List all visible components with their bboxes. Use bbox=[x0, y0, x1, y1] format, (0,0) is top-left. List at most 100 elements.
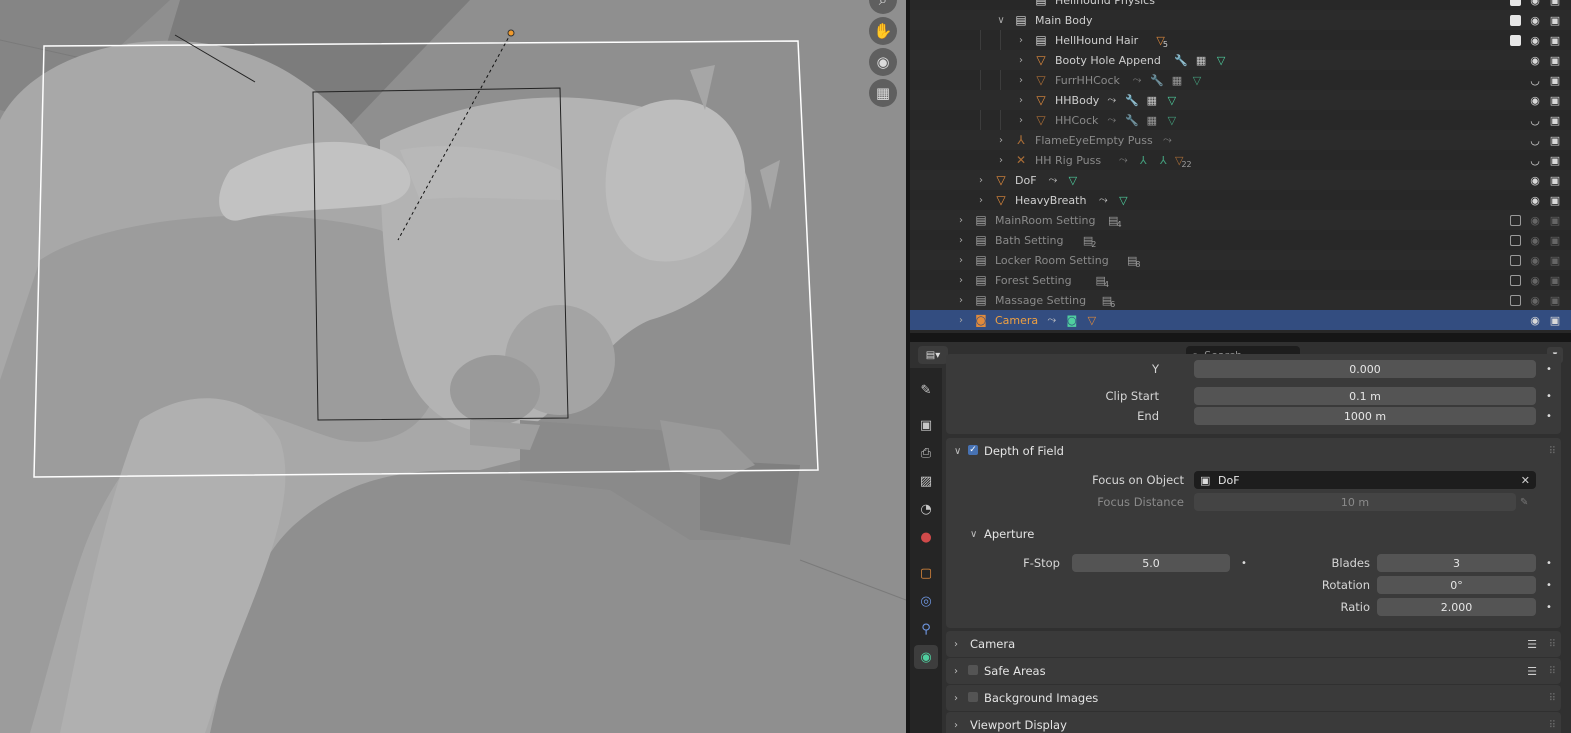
eye-icon[interactable]: ◉ bbox=[1528, 273, 1542, 287]
aperture-subpanel-header[interactable]: ∨ Aperture bbox=[946, 524, 1561, 544]
exclude-checkbox[interactable] bbox=[1508, 213, 1522, 227]
editor-type-button[interactable]: ▤▾ bbox=[918, 346, 948, 364]
keyframe-dot[interactable]: • bbox=[1546, 558, 1552, 569]
eye-icon[interactable]: ◉ bbox=[1528, 53, 1542, 67]
outliner-row[interactable]: ∨ ▤ Main Body ◉ ▣ bbox=[910, 10, 1571, 30]
output-tab-icon[interactable]: ⎙ bbox=[914, 441, 938, 465]
wrench-icon[interactable]: 🔧 bbox=[1125, 113, 1139, 127]
render-camera-icon[interactable]: ▣ bbox=[1548, 173, 1562, 187]
clip-start-field[interactable]: 0.1 m bbox=[1194, 387, 1536, 405]
drag-grip-icon[interactable]: ⠿ bbox=[1549, 666, 1556, 677]
collection-icon[interactable]: ▤ 8 bbox=[1127, 253, 1141, 269]
exclude-checkbox[interactable] bbox=[1508, 33, 1522, 47]
render-camera-icon[interactable]: ▣ bbox=[1548, 193, 1562, 207]
viewport-display-panel-header[interactable]: › Viewport Display ⠿ bbox=[946, 712, 1561, 733]
exclude-checkbox[interactable] bbox=[1508, 273, 1522, 287]
eye-icon[interactable]: ◉ bbox=[1528, 173, 1542, 187]
render-camera-icon[interactable]: ▣ bbox=[1548, 213, 1562, 227]
hand-pan-icon[interactable]: ✋ bbox=[869, 17, 897, 45]
chevron-right-icon[interactable]: › bbox=[956, 215, 966, 226]
view-layer-tab-icon[interactable]: ▨ bbox=[914, 469, 938, 493]
outliner-row[interactable]: › ◙ Camera ⤳ ◙ ▽ ◉ ▣ bbox=[910, 310, 1571, 330]
eye-icon[interactable]: ◡ bbox=[1528, 133, 1542, 147]
background-images-panel-header[interactable]: › Background Images ⠿ bbox=[946, 685, 1561, 711]
chevron-right-icon[interactable]: › bbox=[1016, 95, 1026, 106]
outliner-row[interactable]: › ▤ Massage Setting ▤ 6 ◉ ▣ bbox=[910, 290, 1571, 310]
chevron-down-icon[interactable]: ∨ bbox=[996, 15, 1006, 26]
outliner-row[interactable]: › ▤ Forest Setting ▤ 4 ◉ ▣ bbox=[910, 270, 1571, 290]
outliner-row[interactable]: › ▤ Bath Setting ▤ 2 ◉ ▣ bbox=[910, 230, 1571, 250]
constraint-icon[interactable]: ⤳ bbox=[1105, 93, 1119, 107]
constraint-icon[interactable]: ⤳ bbox=[1045, 313, 1059, 327]
exclude-checkbox[interactable] bbox=[1508, 293, 1522, 307]
eye-icon[interactable]: ◡ bbox=[1528, 153, 1542, 167]
zoom-icon[interactable]: ⌕ bbox=[869, 0, 897, 14]
vertex-groups-icon[interactable]: ▦ bbox=[1145, 93, 1159, 107]
mesh-icon[interactable]: ▽ bbox=[1085, 313, 1099, 327]
vertex-groups-icon[interactable]: ▦ bbox=[1194, 53, 1208, 67]
chevron-right-icon[interactable]: › bbox=[956, 235, 966, 246]
eye-icon[interactable]: ◡ bbox=[1528, 113, 1542, 127]
eye-icon[interactable]: ◉ bbox=[1528, 93, 1542, 107]
render-camera-icon[interactable]: ▣ bbox=[1548, 93, 1562, 107]
outliner-row[interactable]: › ▽ DoF ⤳ ▽ ◉ ▣ bbox=[910, 170, 1571, 190]
fstop-field[interactable]: 5.0 bbox=[1072, 554, 1230, 572]
pose-icon[interactable]: ⅄ bbox=[1156, 153, 1170, 167]
outliner-row[interactable]: › ▽ Booty Hole Append 🔧 ▦ ▽ ◉ ▣ bbox=[910, 50, 1571, 70]
constraint-icon[interactable]: ⤳ bbox=[1105, 113, 1119, 127]
keyframe-dot[interactable]: • bbox=[1546, 602, 1552, 613]
chevron-right-icon[interactable]: › bbox=[1016, 55, 1026, 66]
drag-grip-icon[interactable]: ⠿ bbox=[1549, 639, 1556, 650]
render-camera-icon[interactable]: ▣ bbox=[1548, 53, 1562, 67]
mesh-data-icon[interactable]: ▽ bbox=[1165, 113, 1179, 127]
eye-icon[interactable]: ◉ bbox=[1528, 33, 1542, 47]
rotation-field[interactable]: 0° bbox=[1377, 576, 1536, 594]
drag-grip-icon[interactable]: ⠿ bbox=[1549, 720, 1556, 731]
blades-field[interactable]: 3 bbox=[1377, 554, 1536, 572]
area-separator[interactable] bbox=[910, 333, 1571, 342]
keyframe-dot[interactable]: • bbox=[1546, 391, 1552, 402]
eye-icon[interactable]: ◡ bbox=[1528, 73, 1542, 87]
mesh-data-icon[interactable]: ▽ bbox=[1116, 193, 1130, 207]
keyframe-dot[interactable]: • bbox=[1546, 580, 1552, 591]
outliner-row[interactable]: › ▤ MainRoom Setting ▤ 4 ◉ ▣ bbox=[910, 210, 1571, 230]
object-tab-icon[interactable]: ▢ bbox=[914, 561, 938, 585]
vertex-groups-icon[interactable]: ▦ bbox=[1145, 113, 1159, 127]
exclude-checkbox[interactable] bbox=[1508, 233, 1522, 247]
render-camera-icon[interactable]: ▣ bbox=[1548, 253, 1562, 267]
outliner-row[interactable]: › ⅄ FlameEyeEmpty Puss ⤳ ◡ ▣ bbox=[910, 130, 1571, 150]
presets-icon[interactable]: ☰ bbox=[1527, 665, 1537, 678]
chevron-right-icon[interactable]: › bbox=[956, 255, 966, 266]
chevron-right-icon[interactable]: › bbox=[1016, 75, 1026, 86]
eyedropper-icon[interactable]: ✎ bbox=[1520, 497, 1528, 508]
chevron-right-icon[interactable]: › bbox=[956, 315, 966, 326]
outliner-row[interactable]: › ✕ HH Rig Puss ⤳ ⅄ ⅄ ▽ 22 ◡ ▣ bbox=[910, 150, 1571, 170]
mesh-icon[interactable]: ▽ 22 bbox=[1175, 153, 1192, 169]
render-camera-icon[interactable]: ▣ bbox=[1548, 113, 1562, 127]
constraint-icon[interactable]: ⤳ bbox=[1160, 133, 1174, 147]
constraint-icon[interactable]: ⤳ bbox=[1130, 73, 1144, 87]
wrench-icon[interactable]: 🔧 bbox=[1125, 93, 1139, 107]
clear-icon[interactable]: ✕ bbox=[1521, 474, 1530, 487]
outliner-row[interactable]: ▤ Hellhound Physics ◉ ▣ bbox=[910, 0, 1571, 10]
render-camera-icon[interactable]: ▣ bbox=[1548, 233, 1562, 247]
grid-perspective-icon[interactable]: ▦ bbox=[869, 79, 897, 107]
eye-icon[interactable]: ◉ bbox=[1528, 0, 1542, 7]
scene-tab-icon[interactable]: ◔ bbox=[914, 497, 938, 521]
background-images-checkbox[interactable] bbox=[968, 692, 978, 702]
eye-icon[interactable]: ◉ bbox=[1528, 313, 1542, 327]
camera-panel-header[interactable]: › Camera ☰ ⠿ bbox=[946, 631, 1561, 657]
chevron-right-icon[interactable]: › bbox=[976, 175, 986, 186]
render-camera-icon[interactable]: ▣ bbox=[1548, 73, 1562, 87]
constraint-icon[interactable]: ⤳ bbox=[1116, 153, 1130, 167]
chevron-right-icon[interactable]: › bbox=[956, 295, 966, 306]
collection-icon[interactable]: ▤ 4 bbox=[1108, 213, 1122, 229]
outliner-row[interactable]: › ▤ Locker Room Setting ▤ 8 ◉ ▣ bbox=[910, 250, 1571, 270]
chevron-right-icon[interactable]: › bbox=[956, 275, 966, 286]
chevron-right-icon[interactable]: › bbox=[996, 155, 1006, 166]
safe-areas-checkbox[interactable] bbox=[968, 665, 978, 675]
render-camera-icon[interactable]: ▣ bbox=[1548, 313, 1562, 327]
focus-distance-field[interactable]: 10 m bbox=[1194, 493, 1516, 511]
chevron-right-icon[interactable]: › bbox=[996, 135, 1006, 146]
keyframe-dot[interactable]: • bbox=[1546, 411, 1552, 422]
